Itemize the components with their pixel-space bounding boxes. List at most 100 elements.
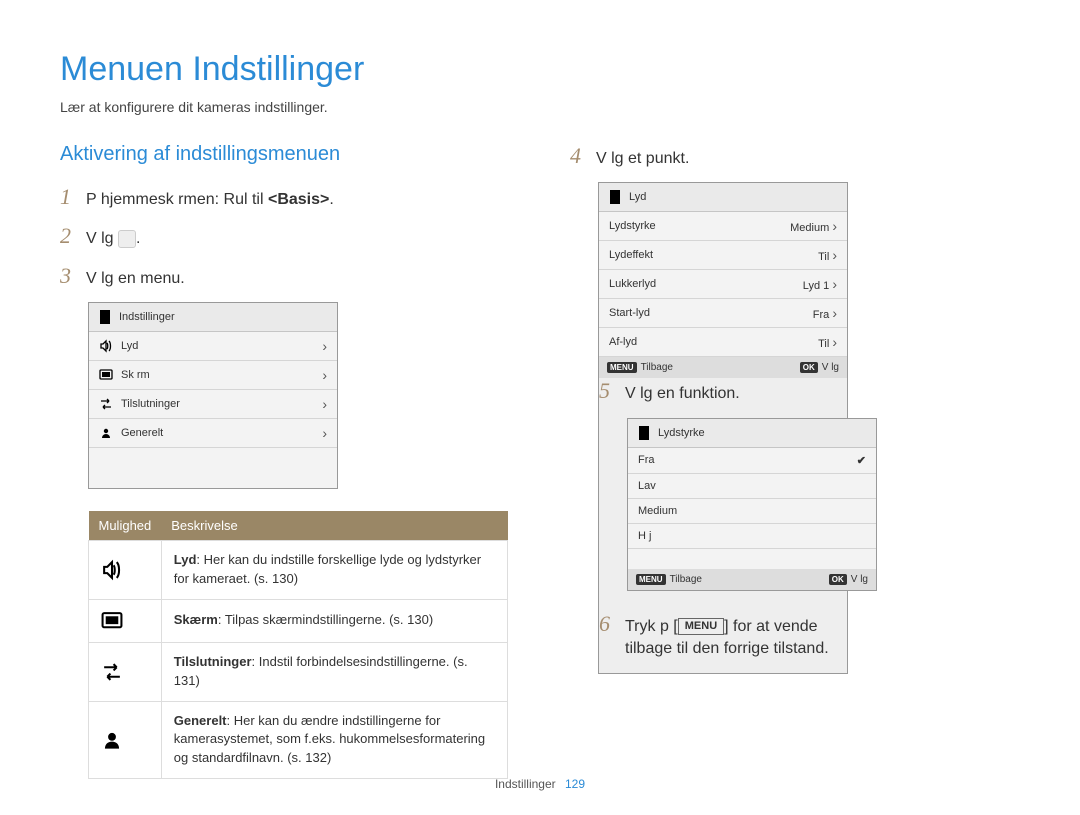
list-item-label: Sk rm bbox=[121, 369, 150, 381]
table-row: Generelt: Her kan du ændre indstillinger… bbox=[89, 701, 508, 779]
step-4: 4 V lg et punkt. bbox=[570, 143, 1020, 170]
step-number: 1 bbox=[60, 184, 86, 210]
list-item[interactable]: Af-lyd Til › bbox=[599, 328, 847, 357]
footer-left: Tilbage bbox=[670, 574, 702, 585]
menu-button-icon: MENU bbox=[678, 618, 724, 635]
step-2-text: V lg bbox=[86, 230, 118, 247]
list-item[interactable]: Lav bbox=[628, 474, 876, 499]
connections-icon bbox=[99, 397, 113, 411]
footer-section: Indstillinger bbox=[495, 777, 556, 791]
camera-screen-lyd: Lyd Lydstyrke Medium › Lydeffekt Til › L… bbox=[598, 182, 848, 673]
chevron-right-icon: › bbox=[832, 218, 837, 234]
list-item-label: Generelt bbox=[121, 427, 163, 439]
row-bold: Lyd bbox=[174, 552, 197, 567]
section-title: Aktivering af indstillingsmenuen bbox=[60, 143, 510, 166]
general-icon bbox=[89, 701, 162, 779]
list-item-label: Start-lyd bbox=[609, 307, 650, 319]
display-icon bbox=[99, 368, 113, 382]
step-3: 3 V lg en menu. bbox=[60, 263, 510, 290]
footer-left: Tilbage bbox=[641, 362, 673, 373]
step-number: 2 bbox=[60, 223, 86, 249]
check-icon: ✔ bbox=[857, 454, 866, 467]
row-text: : Tilpas skærmindstillingerne. (s. 130) bbox=[218, 612, 433, 627]
list-item-label: Lydstyrke bbox=[609, 220, 656, 232]
general-icon bbox=[99, 426, 113, 440]
step-1: 1 P hjemmesk rmen: Rul til <Basis>. bbox=[60, 184, 510, 211]
row-bold: Generelt bbox=[174, 713, 227, 728]
sound-icon bbox=[89, 541, 162, 600]
screen3-title: Lydstyrke bbox=[658, 427, 705, 439]
ok-badge: OK bbox=[800, 362, 818, 373]
table-header-desc: Beskrivelse bbox=[161, 511, 507, 541]
bar-icon bbox=[636, 425, 652, 441]
list-item-label: Tilslutninger bbox=[121, 398, 180, 410]
step-1-pre: P hjemmesk rmen: Rul til bbox=[86, 191, 268, 208]
left-column: Aktivering af indstillingsmenuen 1 P hje… bbox=[60, 143, 510, 779]
step-number: 5 bbox=[599, 378, 625, 404]
camera-screen-settings: Indstillinger Lyd › Sk rm › Tilslutninge… bbox=[88, 302, 338, 489]
row-bold: Skærm bbox=[174, 612, 218, 627]
list-item[interactable]: Start-lyd Fra › bbox=[599, 299, 847, 328]
row-bold: Tilslutninger bbox=[174, 654, 252, 669]
step-number: 4 bbox=[570, 143, 596, 169]
step-1-post: . bbox=[329, 191, 333, 208]
step-6-pre: Tryk p [ bbox=[625, 618, 678, 635]
list-item-value: Til bbox=[818, 338, 829, 350]
chevron-right-icon: › bbox=[322, 396, 327, 412]
list-item[interactable]: Lydstyrke Medium › bbox=[599, 212, 847, 241]
page-footer: Indstillinger 129 bbox=[0, 777, 1080, 791]
table-row: Skærm: Tilpas skærmindstillingerne. (s. … bbox=[89, 599, 508, 642]
list-item[interactable]: Fra ✔ bbox=[628, 448, 876, 474]
display-icon bbox=[89, 599, 162, 642]
list-item-label: Lyd bbox=[121, 340, 138, 352]
list-item[interactable]: Tilslutninger › bbox=[89, 390, 337, 419]
page-subtitle: Lær at konfigurere dit kameras indstilli… bbox=[60, 99, 1020, 115]
page-title: Menuen Indstillinger bbox=[60, 50, 1020, 89]
list-item[interactable]: Generelt › bbox=[89, 419, 337, 448]
menu-badge: MENU bbox=[636, 574, 666, 585]
step-2: 2 V lg . bbox=[60, 223, 510, 250]
list-item-value: Lyd 1 bbox=[803, 280, 830, 292]
footer-right: V lg bbox=[822, 362, 839, 373]
list-item[interactable]: Lukkerlyd Lyd 1 › bbox=[599, 270, 847, 299]
list-item-label: H j bbox=[638, 530, 651, 542]
step-6: 6 Tryk p [MENU] for at vende tilbage til… bbox=[599, 611, 847, 661]
list-item-label: Lav bbox=[638, 480, 656, 492]
step-4-text: V lg et punkt. bbox=[596, 148, 689, 170]
list-item[interactable]: Lyd › bbox=[89, 332, 337, 361]
connections-icon bbox=[89, 642, 162, 701]
list-item[interactable]: Medium bbox=[628, 499, 876, 524]
footer-page-number: 129 bbox=[565, 777, 585, 791]
chevron-right-icon: › bbox=[322, 367, 327, 383]
chevron-right-icon: › bbox=[322, 338, 327, 354]
chevron-right-icon: › bbox=[832, 334, 837, 350]
list-item[interactable]: Sk rm › bbox=[89, 361, 337, 390]
step-1-bold: <Basis> bbox=[268, 191, 329, 208]
step-2-post: . bbox=[136, 230, 140, 247]
options-table: Mulighed Beskrivelse Lyd: Her kan du ind… bbox=[88, 511, 508, 779]
list-item[interactable]: Lydeffekt Til › bbox=[599, 241, 847, 270]
list-item-value: Medium bbox=[790, 222, 829, 234]
list-item-value: Fra bbox=[813, 309, 830, 321]
list-item-label: Lukkerlyd bbox=[609, 278, 656, 290]
step-number: 6 bbox=[599, 611, 625, 637]
chevron-right-icon: › bbox=[832, 305, 837, 321]
step-5-text: V lg en funktion. bbox=[625, 383, 740, 405]
chevron-right-icon: › bbox=[832, 276, 837, 292]
gear-icon bbox=[118, 230, 136, 248]
list-item[interactable]: H j bbox=[628, 524, 876, 549]
screen1-title: Indstillinger bbox=[119, 311, 175, 323]
ok-badge: OK bbox=[829, 574, 847, 585]
list-item-label: Lydeffekt bbox=[609, 249, 653, 261]
step-5: 5 V lg en funktion. bbox=[599, 378, 847, 405]
sound-icon bbox=[99, 339, 113, 353]
right-column: 4 V lg et punkt. Lyd Lydstyrke Medium › … bbox=[570, 143, 1020, 779]
screen2-title: Lyd bbox=[629, 191, 646, 203]
list-item-value: Til bbox=[818, 251, 829, 263]
table-header-option: Mulighed bbox=[89, 511, 162, 541]
step-number: 3 bbox=[60, 263, 86, 289]
bar-icon bbox=[607, 189, 623, 205]
table-row: Lyd: Her kan du indstille forskellige ly… bbox=[89, 541, 508, 600]
list-item-label: Medium bbox=[638, 505, 677, 517]
camera-screen-lydstyrke: Lydstyrke Fra ✔ Lav Medium H j ME bbox=[627, 418, 877, 591]
